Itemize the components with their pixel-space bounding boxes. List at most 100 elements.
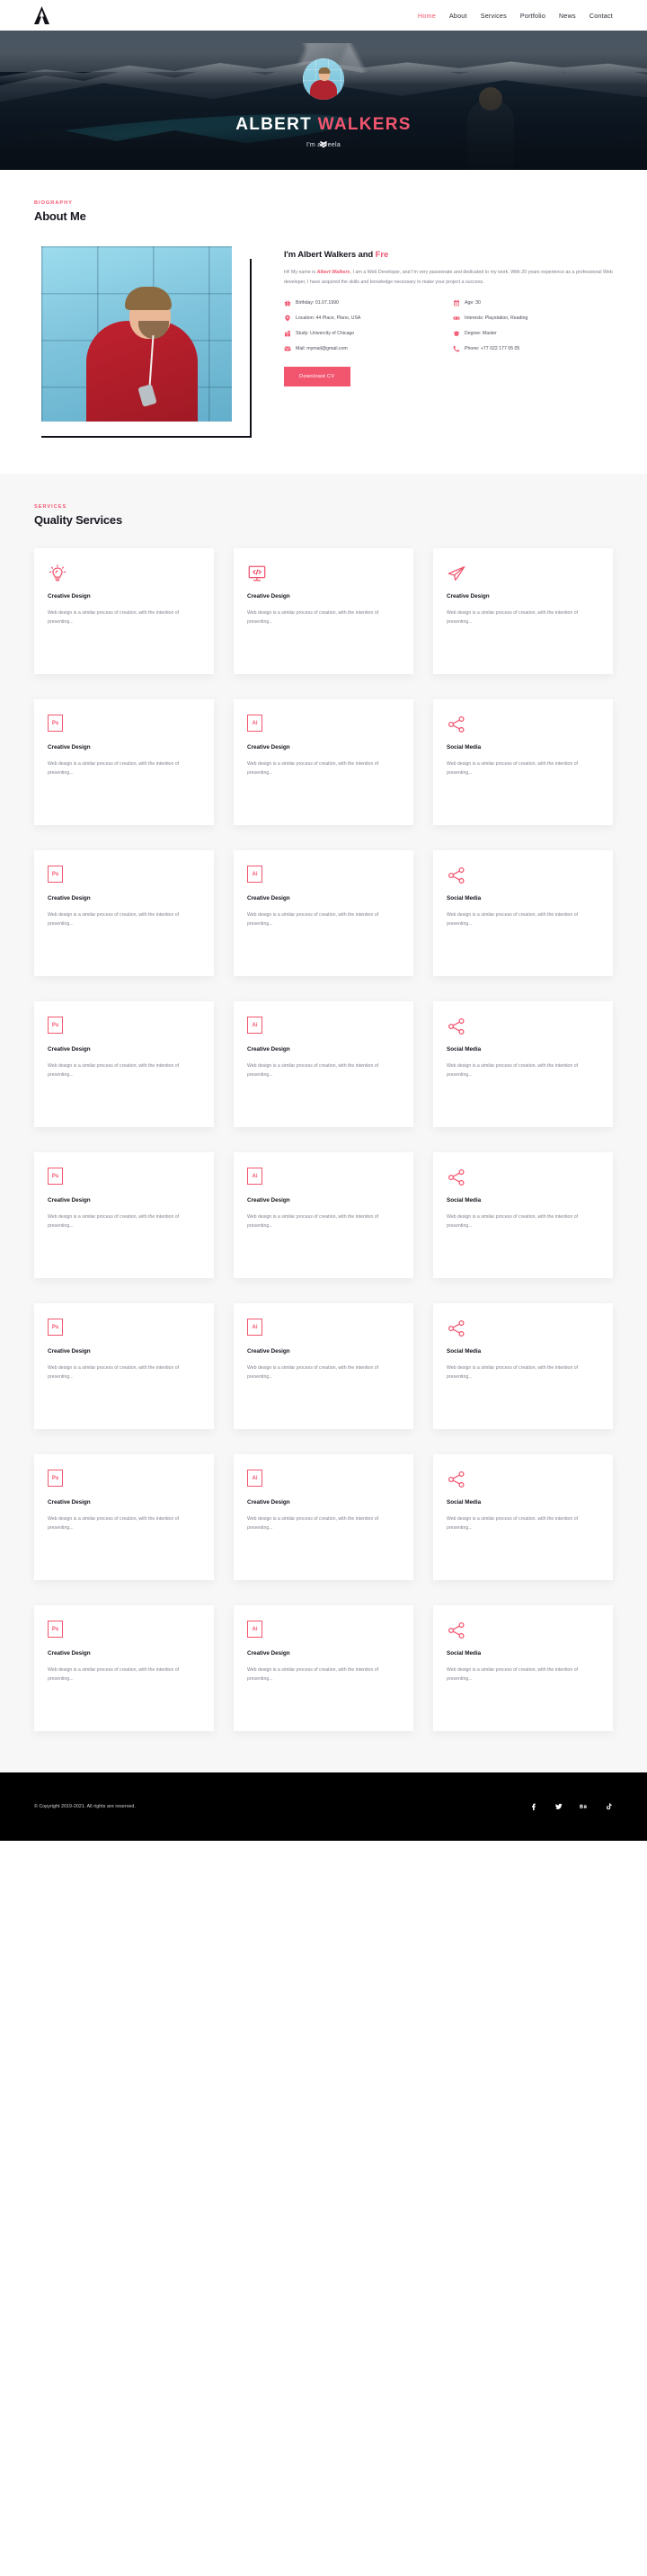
service-card[interactable]: Ps Creative Design Web design is a similar…	[34, 1605, 214, 1731]
download-cv-button[interactable]: Downlowd CV	[284, 366, 350, 386]
service-card[interactable]: Ai Creative Design Web design is a similar…	[234, 850, 413, 976]
service-card-icon: Ai	[247, 1470, 400, 1489]
service-card-icon	[447, 1470, 599, 1489]
photoshop-icon: Ps	[48, 866, 63, 883]
nav-link-news[interactable]: News	[559, 12, 576, 20]
avatar	[303, 58, 344, 100]
photoshop-icon: Ps	[48, 1017, 63, 1034]
behance-link[interactable]	[580, 1802, 588, 1811]
service-cards-container: Creative Design Web design is a similar p…	[34, 548, 613, 1772]
info-label: Study: Univercity of Chicago	[296, 330, 355, 336]
service-card[interactable]: Ps Creative Design Web design is a similar…	[34, 1454, 214, 1580]
about-heading-plain: I'm Albert Walkers and	[284, 250, 376, 260]
service-card-icon	[447, 715, 599, 734]
service-card-title: Social Media	[447, 1499, 482, 1506]
service-card[interactable]: Social Media Web design is a similar proc…	[433, 1001, 613, 1127]
gift-icon	[284, 300, 291, 306]
service-card-title: Social Media	[447, 1650, 482, 1657]
illustrator-icon: Ai	[247, 1168, 262, 1185]
service-card[interactable]: Ps Creative Design Web design is a similar…	[34, 850, 214, 976]
service-card-icon	[447, 1621, 599, 1640]
service-card-title: Creative Design	[48, 1348, 91, 1355]
service-card-text: Web design is a similar process of creat…	[48, 1667, 180, 1683]
info-label: Interests: Playstation, Reading	[465, 315, 528, 321]
service-card-icon: Ai	[247, 1168, 400, 1187]
service-card-text: Web design is a similar process of creat…	[48, 761, 180, 777]
about-heading-accent: Fre	[375, 250, 389, 260]
service-card-row: Ps Creative Design Web design is a similar…	[34, 1303, 613, 1429]
about-frame-horizontal	[41, 436, 252, 438]
service-card-icon: Ps	[48, 866, 200, 885]
service-card[interactable]: Social Media Web design is a similar proc…	[433, 1152, 613, 1278]
nav-link-portfolio[interactable]: Portfolio	[520, 12, 545, 20]
service-card-title: Social Media	[447, 1197, 482, 1204]
info-item-phone: Phone: +77 022 177 05 05	[453, 345, 613, 352]
building-icon	[285, 330, 290, 337]
navbar: Home About Services Portfolio News Conta…	[0, 0, 647, 31]
info-item-mail: Mail: mymail@gmail.com	[284, 345, 444, 352]
social-links	[529, 1802, 613, 1811]
envelope-icon	[284, 346, 291, 351]
service-card[interactable]: Social Media Web design is a similar proc…	[433, 1303, 613, 1429]
service-card[interactable]: Ai Creative Design Web design is a similar…	[234, 1605, 413, 1731]
service-card-icon	[447, 564, 599, 583]
photoshop-icon: Ps	[48, 1168, 63, 1185]
site-logo[interactable]	[34, 6, 49, 24]
tiktok-link[interactable]	[605, 1802, 613, 1811]
share-icon	[447, 1319, 466, 1338]
service-card-title: Creative Design	[48, 1046, 91, 1053]
service-card[interactable]: Social Media Web design is a similar proc…	[433, 699, 613, 825]
info-label: Degree: Master	[465, 330, 497, 336]
service-card[interactable]: Creative Design Web design is a similar p…	[234, 548, 413, 674]
site-footer: © Copyright 2019-2021. All rights are re…	[0, 1772, 647, 1841]
service-card[interactable]: Ai Creative Design Web design is a similar…	[234, 699, 413, 825]
service-card-text: Web design is a similar process of creat…	[48, 1365, 180, 1381]
service-card[interactable]: Ai Creative Design Web design is a similar…	[234, 1152, 413, 1278]
service-card-title: Social Media	[447, 1348, 482, 1355]
service-card-icon	[447, 1319, 599, 1338]
illustrator-icon: Ai	[247, 1319, 262, 1336]
nav-link-about[interactable]: About	[449, 12, 467, 20]
service-card[interactable]: Ai Creative Design Web design is a similar…	[234, 1001, 413, 1127]
service-card[interactable]: Social Media Web design is a similar proc…	[433, 1454, 613, 1580]
about-info-grid: Birthday: 01.07.1990 Age: 30 Location: 4…	[284, 299, 613, 352]
illustrator-icon: Ai	[247, 1017, 262, 1034]
service-card-icon	[447, 1017, 599, 1036]
service-card-title: Creative Design	[48, 1650, 91, 1657]
service-card[interactable]: Ai Creative Design Web design is a similar…	[234, 1303, 413, 1429]
nav-link-home[interactable]: Home	[418, 12, 436, 20]
service-card[interactable]: Ps Creative Design Web design is a similar…	[34, 1152, 214, 1278]
service-card-row: Ps Creative Design Web design is a similar…	[34, 850, 613, 976]
graduation-cap-icon	[453, 331, 460, 336]
service-card-title: Social Media	[447, 744, 482, 751]
service-card-text: Web design is a similar process of creat…	[247, 1214, 379, 1230]
service-card[interactable]: Ps Creative Design Web design is a similar…	[34, 699, 214, 825]
service-card[interactable]: Ps Creative Design Web design is a similar…	[34, 1001, 214, 1127]
nav-link-contact[interactable]: Contact	[589, 12, 613, 20]
service-card[interactable]: Ai Creative Design Web design is a similar…	[234, 1454, 413, 1580]
facebook-link[interactable]	[529, 1802, 537, 1811]
service-card[interactable]: Creative Design Web design is a similar p…	[34, 548, 214, 674]
service-card-title: Creative Design	[48, 895, 91, 902]
service-card-title: Creative Design	[247, 1650, 290, 1657]
service-card[interactable]: Social Media Web design is a similar proc…	[433, 1605, 613, 1731]
photoshop-icon: Ps	[48, 1319, 63, 1336]
service-card[interactable]: Creative Design Web design is a similar p…	[433, 548, 613, 674]
service-card-icon	[247, 564, 400, 583]
twitter-link[interactable]	[554, 1802, 563, 1811]
service-card-text: Web design is a similar process of creat…	[48, 1063, 180, 1079]
services-eyebrow: SERVICES	[34, 504, 67, 510]
nav-link-services[interactable]: Services	[481, 12, 507, 20]
photoshop-icon: Ps	[48, 1621, 63, 1638]
service-card-text: Web design is a similar process of creat…	[447, 1516, 579, 1532]
service-card-row: Ps Creative Design Web design is a similar…	[34, 1152, 613, 1278]
service-card-title: Creative Design	[247, 593, 290, 600]
service-card[interactable]: Ps Creative Design Web design is a similar…	[34, 1303, 214, 1429]
info-label: Phone: +77 022 177 05 05	[465, 345, 520, 351]
share-icon	[447, 1168, 466, 1187]
service-card[interactable]: Social Media Web design is a similar proc…	[433, 850, 613, 976]
service-card-row: Ps Creative Design Web design is a similar…	[34, 1001, 613, 1127]
scroll-down-button[interactable]	[317, 138, 330, 150]
illustrator-icon: Ai	[247, 715, 262, 732]
service-card-text: Web design is a similar process of creat…	[247, 1667, 379, 1683]
